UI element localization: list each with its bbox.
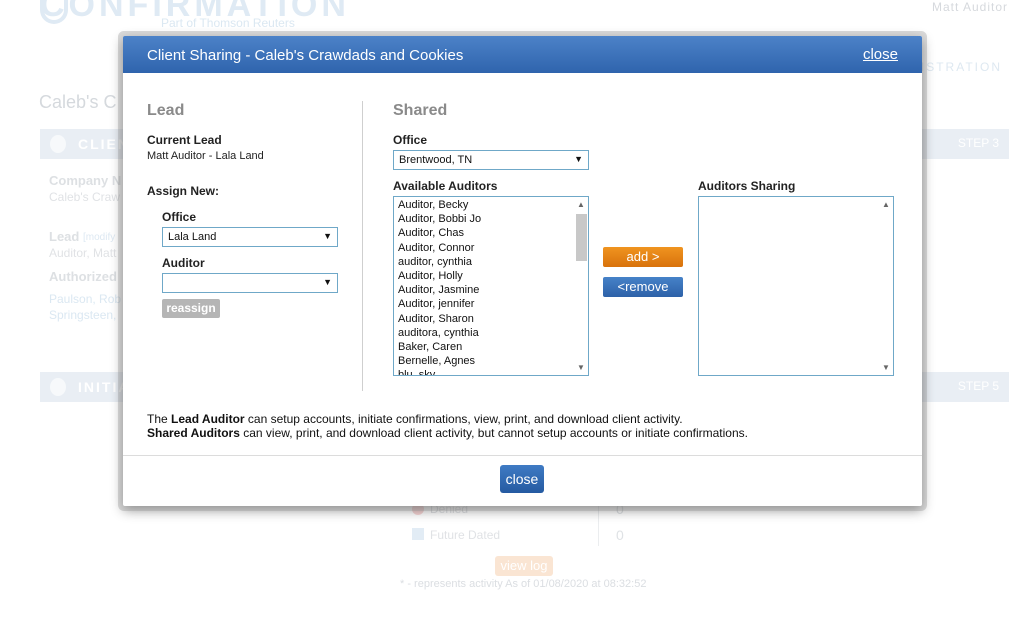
list-item[interactable]: Auditor, jennifer: [394, 297, 588, 311]
lead-heading: Lead: [147, 102, 185, 119]
dialog-title: Client Sharing - Caleb's Crawdads and Co…: [147, 47, 464, 64]
remove-auditor-button[interactable]: <remove: [603, 277, 683, 297]
scroll-down-icon[interactable]: ▼: [577, 363, 585, 372]
close-button[interactable]: close: [500, 465, 544, 493]
list-item[interactable]: Baker, Caren: [394, 340, 588, 354]
note-text: can view, print, and download client act…: [239, 426, 748, 440]
auditors-sharing-label: Auditors Sharing: [698, 179, 796, 193]
list-item[interactable]: Auditor, Connor: [394, 241, 588, 255]
note-bold-term: Shared Auditors: [147, 426, 240, 440]
list-item[interactable]: Auditor, Jasmine: [394, 283, 588, 297]
lead-office-select[interactable]: Lala Land ▼: [162, 227, 338, 247]
list-item[interactable]: blu, sky: [394, 368, 588, 375]
list-item[interactable]: Auditor, Sharon: [394, 312, 588, 326]
list-item[interactable]: Auditor, Holly: [394, 269, 588, 283]
scroll-up-icon[interactable]: ▲: [577, 200, 585, 209]
assign-new-label: Assign New:: [147, 184, 220, 198]
client-sharing-dialog: Client Sharing - Caleb's Crawdads and Co…: [123, 36, 922, 506]
list-item[interactable]: Auditor, Chas: [394, 226, 588, 240]
chevron-down-icon: ▼: [574, 154, 583, 164]
header-close-link[interactable]: close: [863, 46, 898, 63]
chevron-down-icon: ▼: [323, 231, 332, 241]
scroll-down-icon[interactable]: ▼: [882, 363, 890, 372]
current-lead-value: Matt Auditor - Lala Land: [147, 150, 264, 162]
list-item[interactable]: auditora, cynthia: [394, 326, 588, 340]
list-item[interactable]: Auditor, Becky: [394, 198, 588, 212]
current-lead-label: Current Lead: [147, 133, 222, 147]
shared-office-label: Office: [393, 133, 428, 147]
lead-office-value: Lala Land: [168, 231, 217, 243]
add-auditor-button[interactable]: add >: [603, 247, 683, 267]
lead-auditor-select[interactable]: ▼: [162, 273, 338, 293]
list-item[interactable]: auditor, cynthia: [394, 255, 588, 269]
shared-office-value: Brentwood, TN: [399, 154, 473, 166]
dialog-header: Client Sharing - Caleb's Crawdads and Co…: [123, 36, 922, 73]
scroll-thumb[interactable]: [576, 214, 587, 261]
lead-auditor-note: The Lead Auditor can setup accounts, ini…: [147, 412, 683, 426]
footer-separator: [123, 455, 922, 456]
column-divider: [362, 101, 363, 391]
lead-auditor-label: Auditor: [162, 256, 205, 270]
shared-auditor-note: Shared Auditors can view, print, and dow…: [147, 426, 748, 440]
shared-heading: Shared: [393, 102, 448, 119]
reassign-button[interactable]: reassign: [162, 299, 220, 318]
available-auditors-list[interactable]: Auditor, Becky Auditor, Bobbi Jo Auditor, …: [393, 196, 589, 376]
sharing-list-scrollbar[interactable]: ▲ ▼: [879, 197, 893, 375]
note-text: can setup accounts, initiate confirmatio…: [244, 412, 683, 426]
lead-office-label: Office: [162, 210, 197, 224]
auditors-sharing-list[interactable]: ▲ ▼: [698, 196, 894, 376]
scroll-up-icon[interactable]: ▲: [882, 200, 890, 209]
note-bold-term: Lead Auditor: [171, 412, 245, 426]
list-item[interactable]: Bernelle, Agnes: [394, 354, 588, 368]
chevron-down-icon: ▼: [323, 277, 332, 287]
available-auditors-label: Available Auditors: [393, 179, 498, 193]
shared-office-select[interactable]: Brentwood, TN ▼: [393, 150, 589, 170]
list-item[interactable]: Auditor, Bobbi Jo: [394, 212, 588, 226]
available-list-scrollbar[interactable]: ▲ ▼: [574, 197, 588, 375]
note-text: The: [147, 412, 172, 426]
